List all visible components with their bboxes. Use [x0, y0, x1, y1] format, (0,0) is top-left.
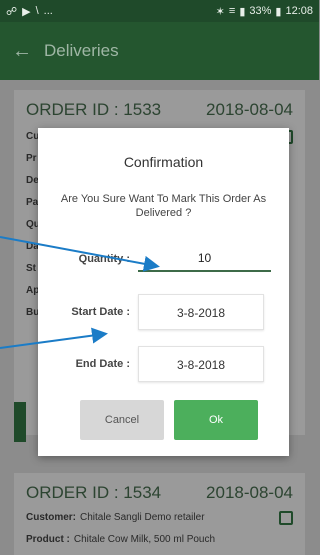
confirmation-dialog: Confirmation Are You Sure Want To Mark T…	[38, 128, 289, 456]
battery-percent: 33%	[249, 5, 272, 17]
order-date: 2018-08-04	[206, 483, 293, 502]
clock: 12:08	[285, 5, 313, 17]
quantity-label: Quantity :	[78, 253, 130, 265]
product-value: Chitale Cow Milk, 500 ml Pouch	[73, 534, 216, 545]
order-checkbox[interactable]	[279, 511, 293, 525]
order-id: ORDER ID : 1533	[26, 100, 162, 119]
notification-icon: ☍	[6, 5, 18, 18]
wifi-icon: ≡	[228, 5, 236, 17]
start-date-field[interactable]: 3-8-2018	[138, 294, 264, 330]
end-date-field[interactable]: 3-8-2018	[138, 346, 264, 382]
quantity-input[interactable]	[138, 246, 271, 272]
start-date-label: Start Date :	[71, 306, 130, 318]
order-date: 2018-08-04	[206, 100, 293, 119]
signal-icon: ▮	[239, 5, 246, 18]
row-label: Pa	[26, 197, 39, 208]
status-bar: ☍ ▶ \ ... ✶ ≡ ▮ 33% ▮ 12:08	[0, 0, 319, 22]
product-label: Product :	[26, 534, 70, 545]
status-dots: ...	[43, 5, 53, 17]
back-arrow-icon[interactable]: ←	[0, 40, 44, 63]
end-date-label: End Date :	[75, 358, 130, 370]
app-bar-title: Deliveries	[44, 41, 119, 60]
row-label: Da	[26, 241, 39, 252]
app-bar: ← Deliveries	[0, 22, 319, 80]
start-date-row: Start Date : 3-8-2018	[38, 294, 289, 330]
row-label: Pr	[26, 153, 37, 164]
quantity-row: Quantity :	[38, 246, 289, 272]
battery-icon: ▮	[275, 5, 282, 18]
customer-value: Chitale Sangli Demo retailer	[80, 512, 205, 523]
bluetooth-icon: ✶	[215, 5, 225, 18]
cancel-button[interactable]: Cancel	[80, 400, 164, 440]
customer-label: Customer:	[26, 512, 77, 523]
row-label: De	[26, 175, 39, 186]
deliver-button[interactable]	[14, 402, 26, 442]
play-icon: ▶	[22, 5, 31, 18]
dialog-title: Confirmation	[123, 154, 204, 170]
row-label: St	[26, 263, 36, 274]
dialog-message: Are You Sure Want To Mark This Order As …	[60, 193, 267, 219]
end-date-row: End Date : 3-8-2018	[38, 346, 289, 382]
order-card: ORDER ID : 1534 2018-08-04 Customer: Chi…	[14, 473, 305, 555]
signal-slash-icon: \	[35, 5, 39, 17]
ok-button[interactable]: Ok	[174, 400, 258, 440]
order-id: ORDER ID : 1534	[26, 483, 162, 502]
